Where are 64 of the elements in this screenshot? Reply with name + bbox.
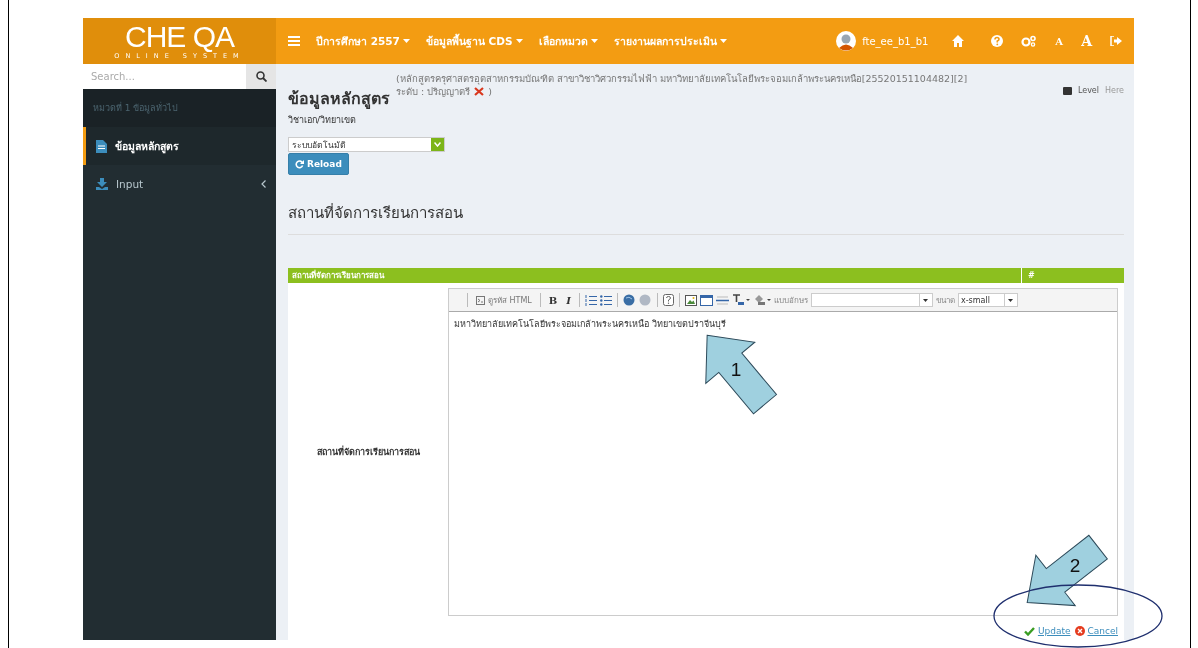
field-label: วิชาเอก/วิทยาเขต bbox=[288, 114, 358, 127]
user-name[interactable]: fte_ee_b1_b1 bbox=[862, 35, 929, 47]
breadcrumb-link[interactable]: Level bbox=[1077, 86, 1099, 95]
table-icon[interactable] bbox=[699, 294, 713, 306]
search-icon bbox=[255, 71, 267, 82]
callout-number: 2 bbox=[1069, 555, 1081, 576]
avatar-icon[interactable] bbox=[836, 31, 857, 51]
page-title: ข้อมูลหลักสูตร bbox=[288, 88, 390, 111]
check-icon bbox=[1023, 626, 1035, 636]
numbered-list-icon[interactable] bbox=[584, 294, 597, 306]
image-icon[interactable] bbox=[684, 294, 697, 306]
source-button[interactable]: ดูรหัส HTML bbox=[473, 292, 535, 308]
horizontal-rule-icon[interactable] bbox=[715, 294, 729, 306]
nav-menu[interactable]: เลือกหมวด bbox=[530, 32, 606, 50]
nav-menu[interactable]: ข้อมูลพื้นฐาน CDS bbox=[417, 32, 531, 50]
cancel-link[interactable]: Cancel bbox=[1074, 626, 1118, 636]
row-label: สถานที่จัดการเรียนการสอน bbox=[316, 445, 420, 459]
logo-title: CHE QA bbox=[125, 22, 234, 53]
help-icon[interactable] bbox=[662, 294, 674, 306]
sidebar-item[interactable]: ข้อมูลหลักสูตร bbox=[83, 127, 276, 165]
reload-button[interactable]: Reload bbox=[288, 153, 349, 175]
size-select[interactable]: x-small bbox=[957, 293, 1018, 307]
font-size-button[interactable]: A bbox=[1046, 35, 1073, 47]
font-label: แบบอักษร bbox=[773, 294, 808, 307]
breadcrumb-current: Here bbox=[1105, 86, 1124, 95]
font-size-button[interactable]: A bbox=[1072, 33, 1101, 49]
chevron-icon bbox=[261, 180, 266, 188]
program-name: (หลักสูตรครุศาสตรอุตสาหกรรมบัณฑิต สาขาวิชาวิศวกรรมไฟฟ้า มหาวิทยาลัยเทคโนโลยีพระจอมเกล้าพระนครเหนือ[25520151104482][2] bbox=[396, 72, 969, 85]
text-color-icon[interactable] bbox=[731, 294, 750, 306]
nav-menu[interactable]: ปีการศึกษา 2557 bbox=[308, 32, 418, 50]
closing-parenthesis: ) bbox=[488, 85, 492, 98]
column-header: # bbox=[1021, 268, 1124, 283]
caret-icon bbox=[402, 39, 410, 43]
source-icon bbox=[476, 295, 485, 305]
close-icon[interactable] bbox=[474, 87, 485, 96]
bold-button[interactable]: B bbox=[545, 292, 561, 308]
refresh-icon bbox=[295, 159, 304, 169]
size-label: ขนาด bbox=[935, 294, 955, 307]
sidebar-item-label: Input bbox=[116, 178, 145, 190]
column-header: สถานที่จัดการเรียนการสอน bbox=[291, 269, 386, 282]
download-icon bbox=[96, 178, 108, 190]
sidebar-heading: หมวดที่ 1 ข้อมูลทั่วไป bbox=[83, 89, 276, 127]
search-field[interactable]: Search... bbox=[83, 64, 246, 89]
caret-icon bbox=[719, 39, 727, 43]
callout-number: 1 bbox=[730, 359, 742, 380]
sidebar-item-label: ข้อมูลหลักสูตร bbox=[115, 138, 180, 155]
sign-out-icon[interactable] bbox=[1110, 36, 1122, 46]
update-link[interactable]: Update bbox=[1023, 626, 1071, 636]
degree-level: ระดับ : ปริญญาตรี bbox=[396, 85, 471, 98]
gears-icon[interactable] bbox=[1021, 35, 1038, 47]
italic-button[interactable]: I bbox=[563, 292, 574, 308]
bullet-list-icon[interactable] bbox=[599, 294, 612, 306]
search-button[interactable] bbox=[246, 64, 276, 89]
dropdown-arrow-icon bbox=[923, 298, 929, 302]
nav-menu[interactable]: รายงานผลการประเมิน bbox=[605, 32, 735, 50]
major-select[interactable]: ระบบอัตโนมัติ bbox=[288, 137, 445, 152]
caret-icon bbox=[515, 39, 523, 43]
menu-icon[interactable] bbox=[288, 36, 300, 46]
caret-icon bbox=[590, 39, 598, 43]
document-icon bbox=[96, 139, 107, 153]
dropdown-arrow-icon bbox=[1008, 298, 1014, 302]
section-title: สถานที่จัดการเรียนการสอน bbox=[288, 195, 1124, 235]
sidebar-item[interactable]: Input bbox=[83, 165, 276, 203]
cancel-icon bbox=[1074, 626, 1085, 636]
